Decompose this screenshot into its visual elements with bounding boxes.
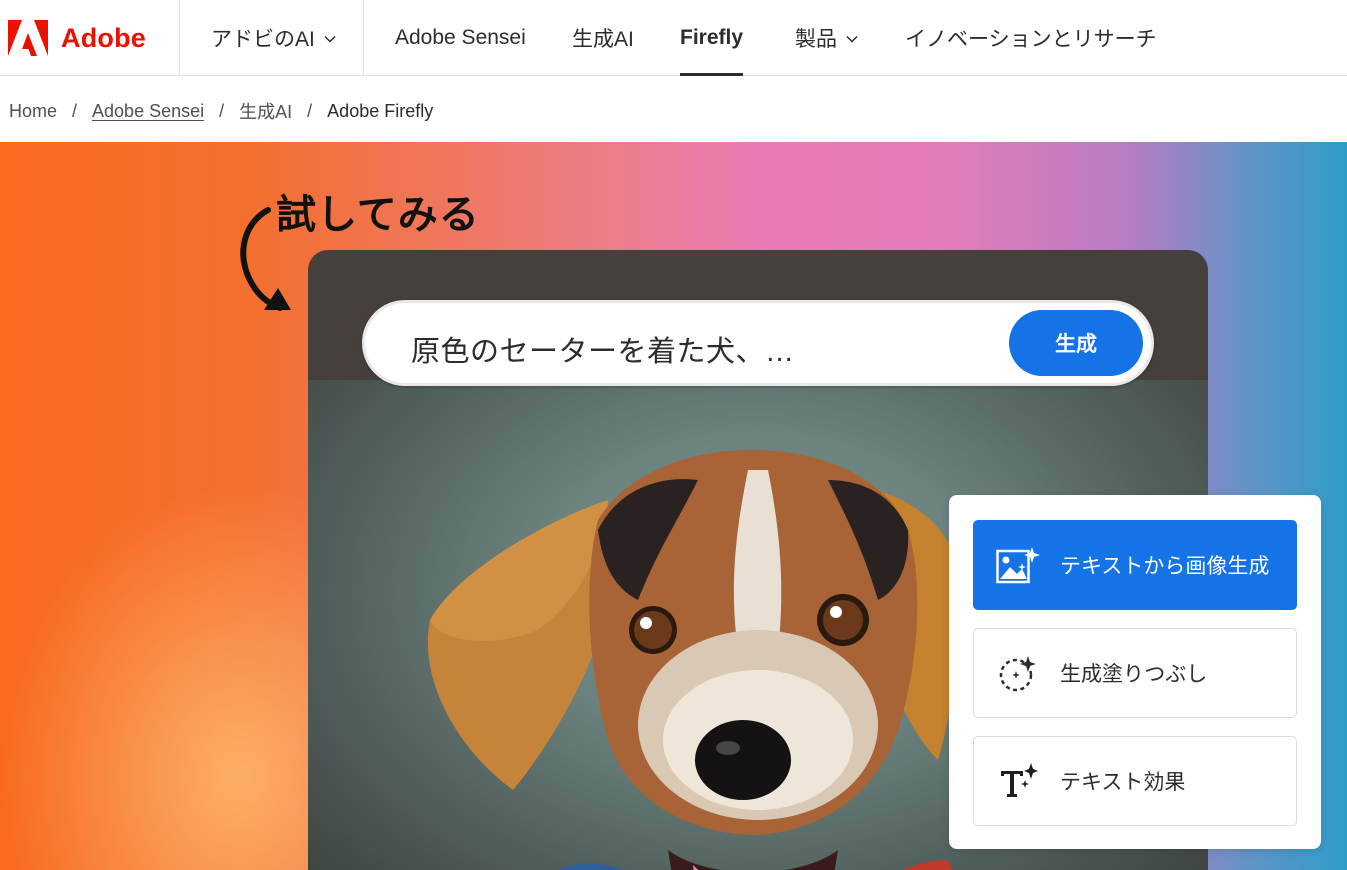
breadcrumb-generative-ai[interactable]: 生成AI bbox=[239, 98, 292, 124]
brand-logo[interactable]: Adobe bbox=[0, 0, 180, 76]
nav-item-label: イノベーションとリサーチ bbox=[905, 28, 1157, 51]
feature-selector: テキストから画像生成 生成塗りつぶし テキスト効果 bbox=[949, 495, 1321, 849]
nav-item-adobe-ai[interactable]: アドビのAI bbox=[211, 0, 337, 76]
nav-item-label: Adobe Sensei bbox=[395, 26, 526, 49]
chevron-down-icon bbox=[846, 35, 858, 43]
nav-item-label: 生成AI bbox=[572, 28, 634, 51]
breadcrumb-adobe-sensei[interactable]: Adobe Sensei bbox=[92, 101, 204, 122]
text-effects-icon bbox=[996, 761, 1040, 801]
generate-button[interactable]: 生成 bbox=[1009, 310, 1143, 376]
prompt-input[interactable]: 原色のセーターを着た犬、… 生成 bbox=[362, 300, 1154, 386]
breadcrumb-current: Adobe Firefly bbox=[327, 100, 434, 121]
breadcrumb-home[interactable]: Home bbox=[9, 101, 57, 122]
nav-item-label: アドビのAI bbox=[211, 28, 315, 51]
feature-text-to-image[interactable]: テキストから画像生成 bbox=[973, 520, 1297, 610]
adobe-logo-icon bbox=[8, 20, 48, 56]
nav-item-label: 製品 bbox=[795, 28, 837, 51]
breadcrumb-separator: / bbox=[307, 100, 313, 121]
nav-item-products[interactable]: 製品 bbox=[795, 0, 859, 76]
nav-item-innovation-research[interactable]: イノベーションとリサーチ bbox=[905, 0, 1157, 76]
generative-fill-icon bbox=[996, 653, 1040, 693]
curved-arrow-icon bbox=[240, 207, 291, 311]
feature-text-effects[interactable]: テキスト効果 bbox=[973, 736, 1297, 826]
nav-item-label: Firefly bbox=[680, 26, 744, 49]
nav-item-generative-ai[interactable]: 生成AI bbox=[572, 0, 634, 76]
top-navigation: Adobe アドビのAI Adobe Sensei 生成AI Firefly 製… bbox=[0, 0, 1347, 76]
nav-item-firefly[interactable]: Firefly bbox=[680, 0, 744, 76]
hero-glow bbox=[0, 482, 340, 870]
nav-item-adobe-sensei[interactable]: Adobe Sensei bbox=[395, 0, 526, 76]
text-to-image-icon bbox=[996, 545, 1040, 585]
feature-generative-fill[interactable]: 生成塗りつぶし bbox=[973, 628, 1297, 718]
feature-label: テキスト効果 bbox=[1060, 771, 1186, 794]
feature-label: 生成塗りつぶし bbox=[1060, 663, 1208, 686]
feature-label: テキストから画像生成 bbox=[1060, 555, 1270, 578]
nav-divider bbox=[363, 0, 364, 76]
breadcrumb-separator: / bbox=[72, 100, 78, 121]
breadcrumb: Home / Adobe Sensei / 生成AI / Adobe Firef… bbox=[9, 98, 433, 124]
chevron-down-icon bbox=[324, 35, 336, 43]
try-it-heading: 試してみる bbox=[276, 193, 480, 237]
prompt-text[interactable]: 原色のセーターを着た犬、… bbox=[411, 328, 795, 370]
breadcrumb-separator: / bbox=[219, 100, 225, 121]
brand-name: Adobe bbox=[61, 22, 146, 53]
